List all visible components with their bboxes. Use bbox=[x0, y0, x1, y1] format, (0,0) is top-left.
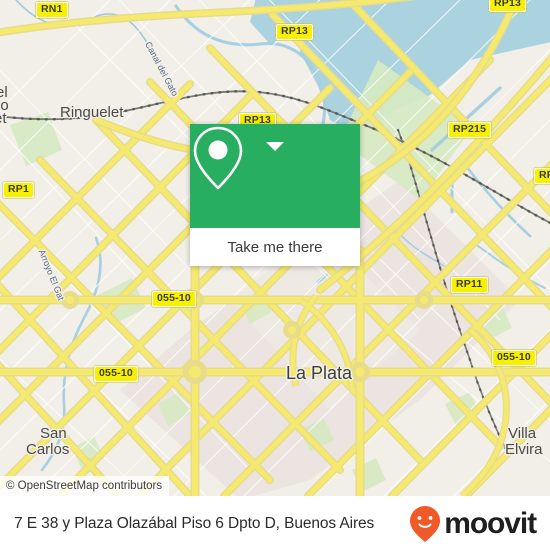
road-shield-rp215[interactable]: RP215 bbox=[448, 122, 492, 138]
map-pin-icon bbox=[193, 126, 243, 190]
road-shield-rp11[interactable]: RP11 bbox=[451, 277, 488, 293]
card-pointer-tip bbox=[266, 142, 284, 151]
footer-bar: 7 E 38 y Plaza Olazábal Piso 6 Dpto D, B… bbox=[0, 496, 550, 550]
take-me-there-button[interactable]: Take me there bbox=[190, 228, 360, 266]
road-shield-rp1[interactable]: RP1 bbox=[3, 182, 35, 198]
road-shield-rp13-top[interactable]: RP13 bbox=[276, 24, 314, 40]
address-text: 7 E 38 y Plaza Olazábal Piso 6 Dpto D, B… bbox=[14, 514, 375, 532]
map-canvas[interactable]: Ringuelet La Plata San Carlos Villa Elvi… bbox=[0, 0, 550, 496]
road-shield-rp13-right[interactable]: RP13 bbox=[489, 0, 527, 12]
take-me-there-label: Take me there bbox=[227, 238, 323, 256]
card-pin-area bbox=[190, 124, 360, 228]
moovit-logo[interactable]: moovit bbox=[408, 505, 540, 543]
road-shield-05510-mid[interactable]: 055-10 bbox=[94, 366, 138, 382]
moovit-wordmark: moovit bbox=[444, 506, 537, 540]
road-shield-05510-left[interactable]: 055-10 bbox=[152, 291, 196, 307]
road-shield-rn1[interactable]: RN1 bbox=[36, 2, 68, 18]
map-screenshot: Ringuelet La Plata San Carlos Villa Elvi… bbox=[0, 0, 550, 550]
moovit-smiley-pin-icon bbox=[410, 505, 441, 542]
road-shield-rp-right[interactable]: RP bbox=[534, 168, 550, 184]
road-shield-05510-right[interactable]: 055-10 bbox=[492, 350, 536, 366]
osm-attribution[interactable]: © OpenStreetMap contributors bbox=[0, 476, 170, 496]
